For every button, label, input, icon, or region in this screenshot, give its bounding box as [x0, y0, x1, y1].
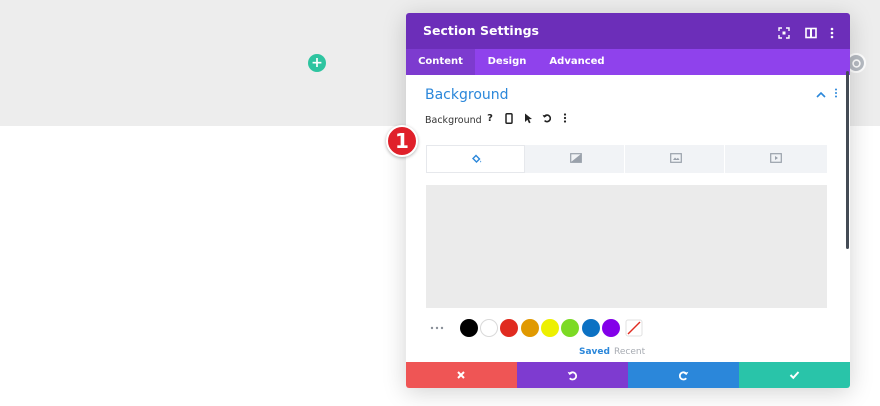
tab-advanced[interactable]: Advanced: [545, 49, 609, 75]
bg-tab-video[interactable]: [726, 145, 825, 173]
panel-body: Background Background ? Saved Recent: [406, 75, 850, 362]
color-preview[interactable]: [426, 185, 827, 308]
mobile-icon[interactable]: [503, 113, 515, 125]
swatch-blue[interactable]: [582, 319, 600, 337]
swatch-black[interactable]: [460, 319, 478, 337]
panel-more-icon[interactable]: [826, 24, 840, 39]
swatch-red[interactable]: [500, 319, 518, 337]
swatch-purple[interactable]: [602, 319, 620, 337]
field-more-icon[interactable]: [559, 113, 571, 125]
tab-content[interactable]: Content: [406, 49, 475, 75]
swatch-yellow[interactable]: [541, 319, 559, 337]
cancel-button[interactable]: [406, 362, 517, 388]
reset-icon[interactable]: [541, 113, 553, 125]
settings-tabs: Content Design Advanced: [406, 49, 850, 75]
redo-button[interactable]: [628, 362, 739, 388]
bg-tab-image[interactable]: [626, 145, 725, 173]
undo-button[interactable]: [517, 362, 628, 388]
step-marker: 1: [386, 125, 418, 157]
panel-header: Section Settings: [406, 13, 850, 49]
swatch-green[interactable]: [561, 319, 579, 337]
video-icon: [770, 153, 782, 163]
palette-tab-recent[interactable]: Recent: [614, 347, 645, 357]
panel-action-bar: [406, 362, 850, 388]
check-icon: [789, 371, 800, 380]
tab-design[interactable]: Design: [475, 49, 539, 75]
panel-scrollbar[interactable]: [846, 71, 849, 249]
add-module-button[interactable]: +: [308, 54, 326, 72]
section-more-icon[interactable]: [834, 88, 838, 101]
background-type-tabs: [426, 145, 827, 173]
cursor-icon[interactable]: [522, 113, 534, 125]
section-settings-panel: Section Settings Content Design Advanced…: [406, 13, 850, 388]
bg-tab-gradient[interactable]: [526, 145, 625, 173]
chevron-up-icon[interactable]: [816, 89, 826, 102]
image-icon: [670, 153, 682, 163]
more-swatches-icon[interactable]: [430, 319, 444, 333]
palette-tab-saved[interactable]: Saved: [579, 347, 610, 357]
expand-icon[interactable]: [778, 24, 792, 39]
no-color-icon[interactable]: [625, 319, 643, 337]
help-icon[interactable]: ?: [484, 113, 496, 125]
panel-title: Section Settings: [423, 23, 539, 38]
gradient-icon: [570, 153, 582, 163]
split-view-icon[interactable]: [805, 24, 819, 39]
undo-icon: [567, 371, 578, 381]
paint-bucket-icon: [472, 154, 482, 163]
bg-tab-color[interactable]: [426, 145, 525, 173]
background-field-label: Background: [425, 115, 482, 126]
swatch-white[interactable]: [480, 319, 498, 337]
redo-icon: [678, 371, 689, 381]
section-title-background[interactable]: Background: [425, 87, 509, 103]
close-icon: [457, 371, 465, 379]
swatch-orange[interactable]: [521, 319, 539, 337]
save-button[interactable]: [739, 362, 850, 388]
